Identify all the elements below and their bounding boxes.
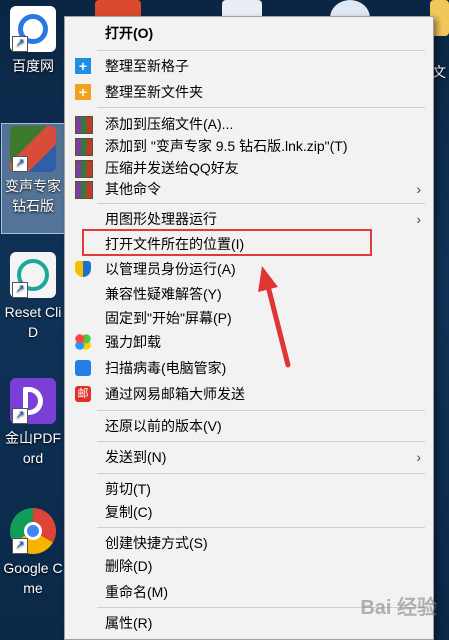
desktop-icon-label: D: [27, 324, 39, 340]
menu-item-other-commands[interactable]: 其他命令 ›: [65, 178, 433, 200]
kingsoft-pdf-icon: ↗: [10, 378, 56, 424]
plus-icon: +: [75, 58, 91, 74]
menu-separator: [97, 107, 425, 108]
menu-item-organize-new-folder[interactable]: + 整理至新文件夹: [65, 81, 433, 103]
chrome-icon: ↗: [10, 508, 56, 554]
winrar-icon: [75, 181, 93, 199]
desktop-icon-label: Google C: [3, 560, 63, 576]
mail-master-icon: 邮: [75, 386, 91, 402]
menu-separator: [97, 410, 425, 411]
desktop-icon-label: 金山PDF: [5, 430, 61, 446]
desktop-icon-label: 百度网: [12, 58, 54, 74]
desktop-icon-label: 变声专家: [5, 178, 61, 194]
desktop-icon-label: ord: [22, 450, 44, 466]
desktop-icon-google-chrome[interactable]: ↗ Google C me: [2, 508, 64, 598]
menu-item-copy[interactable]: 复制(C): [65, 501, 433, 523]
menu-item-compress-send-qq[interactable]: 压缩并发送给QQ好友: [65, 157, 433, 179]
shortcut-arrow-icon: ↗: [12, 156, 28, 172]
desktop-icon-reset-client[interactable]: ↗ Reset Cli D: [2, 252, 64, 342]
baidu-netdisk-icon: ↗: [10, 6, 56, 52]
menu-item-pin-to-start[interactable]: 固定到"开始"屏幕(P): [65, 307, 433, 329]
winrar-icon: [75, 160, 93, 178]
uninstall-flower-icon: [75, 334, 91, 350]
menu-separator: [97, 527, 425, 528]
shortcut-arrow-icon: ↗: [12, 538, 28, 554]
menu-item-organize-new-grid[interactable]: + 整理至新格子: [65, 55, 433, 77]
desktop-icon-label: Reset Cli: [4, 304, 62, 320]
menu-item-send-via-mail-master[interactable]: 邮 通过网易邮箱大师发送: [65, 383, 433, 405]
submenu-arrow-icon: ›: [416, 211, 421, 227]
desktop-icon-label: 钻石版: [12, 198, 54, 214]
menu-item-compat-troubleshoot[interactable]: 兼容性疑难解答(Y): [65, 283, 433, 305]
menu-item-add-to-zip[interactable]: 添加到 "变声专家 9.5 钻石版.lnk.zip"(T): [65, 135, 433, 157]
winrar-icon: [75, 116, 93, 134]
menu-item-create-shortcut[interactable]: 创建快捷方式(S): [65, 532, 433, 554]
menu-item-scan-virus[interactable]: 扫描病毒(电脑管家): [65, 357, 433, 379]
menu-item-cut[interactable]: 剪切(T): [65, 478, 433, 500]
shortcut-arrow-icon: ↗: [12, 36, 28, 52]
antivirus-shield-icon: [75, 360, 91, 376]
plus-icon: +: [75, 84, 91, 100]
desktop-icon-baidu-netdisk[interactable]: ↗ 百度网: [2, 6, 64, 76]
menu-separator: [97, 473, 425, 474]
menu-item-force-uninstall[interactable]: 强力卸载: [65, 331, 433, 353]
menu-item-add-to-archive[interactable]: 添加到压缩文件(A)...: [65, 113, 433, 135]
menu-separator: [97, 203, 425, 204]
menu-item-run-as-admin[interactable]: 以管理员身份运行(A): [65, 258, 433, 280]
winrar-icon: [75, 138, 93, 156]
annotation-highlight-box: [82, 229, 372, 256]
shortcut-arrow-icon: ↗: [12, 282, 28, 298]
desktop-icon-label: me: [23, 580, 43, 596]
shortcut-arrow-icon: ↗: [12, 408, 28, 424]
submenu-arrow-icon: ›: [416, 181, 421, 197]
desktop-icon-kingsoft-pdf[interactable]: ↗ 金山PDF ord: [2, 378, 64, 468]
menu-item-open[interactable]: 打开(O): [65, 22, 433, 44]
voice-changer-icon: ↗: [10, 126, 56, 172]
menu-separator: [97, 50, 425, 51]
baidu-watermark: Bai 经验: [360, 597, 437, 619]
context-menu: 打开(O) + 整理至新格子 + 整理至新文件夹 添加到压缩文件(A)... 添…: [64, 16, 434, 640]
uac-shield-icon: [75, 261, 91, 277]
menu-item-run-with-gpu[interactable]: 用图形处理器运行 ›: [65, 208, 433, 230]
menu-item-delete[interactable]: 删除(D): [65, 555, 433, 577]
menu-item-send-to[interactable]: 发送到(N) ›: [65, 446, 433, 468]
desktop-icon-voice-changer[interactable]: ↗ 变声专家 钻石版: [2, 126, 64, 216]
submenu-arrow-icon: ›: [416, 449, 421, 465]
menu-separator: [97, 441, 425, 442]
menu-item-restore-previous[interactable]: 还原以前的版本(V): [65, 415, 433, 437]
reset-client-icon: ↗: [10, 252, 56, 298]
